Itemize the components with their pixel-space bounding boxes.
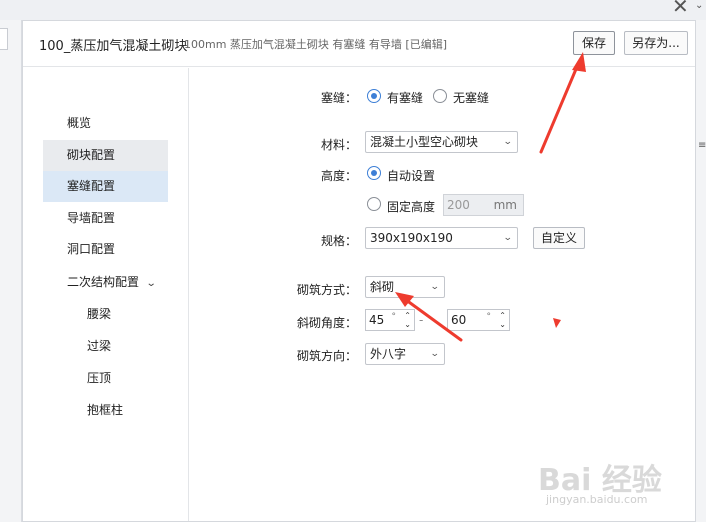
angle-end-value: 60	[451, 313, 467, 327]
dialog-subtitle: 100mm 蒸压加气混凝土砌块 有塞缝 有导墙 [已编辑]	[184, 38, 447, 51]
sidebar-item-label: 过梁	[87, 339, 112, 353]
dialog-header: 100_蒸压加气混凝土砌块 100mm 蒸压加气混凝土砌块 有塞缝 有导墙 [已…	[23, 21, 695, 67]
dialog-title: 100_蒸压加气混凝土砌块	[39, 39, 188, 54]
caulk-yes-label[interactable]: 有塞缝	[387, 89, 423, 106]
caulk-no-label[interactable]: 无塞缝	[453, 89, 489, 106]
spec-value: 390x190x190	[370, 231, 453, 245]
caulk-yes-radio[interactable]	[367, 89, 381, 103]
background-window-top	[0, 0, 706, 20]
height-fixed-radio[interactable]	[367, 197, 381, 211]
material-select[interactable]: 混凝土小型空心砌块 ⌄	[365, 131, 518, 153]
chevron-down-icon: ⌄	[503, 233, 514, 243]
sidebar-item-waist-beam[interactable]: 腰梁	[43, 299, 168, 330]
menu-icon: ≡	[698, 140, 706, 151]
sidebar-item-label: 砌块配置	[67, 148, 116, 162]
watermark: Bai 经验 jingyan.baidu.com	[538, 455, 688, 515]
sidebar-item-opening-config[interactable]: 洞口配置	[43, 234, 168, 265]
angle-separator: -	[419, 313, 424, 327]
height-label: 高度：	[321, 169, 358, 183]
height-fixed-label[interactable]: 固定高度	[387, 198, 435, 215]
background-left-panel	[0, 20, 22, 522]
background-right-panel: ≡	[696, 20, 706, 522]
direction-select[interactable]: 外八字 ⌄	[365, 343, 445, 365]
method-select[interactable]: 斜砌 ⌄	[365, 276, 445, 298]
sidebar-item-secondary-structure[interactable]: 二次结构配置 ⌄	[43, 267, 168, 298]
sidebar-item-lintel[interactable]: 过梁	[43, 331, 168, 362]
height-auto-label[interactable]: 自动设置	[387, 167, 435, 184]
spec-select[interactable]: 390x190x190 ⌄	[365, 227, 518, 249]
angle-end-input[interactable]: 60 ° ⌃ ⌄	[447, 309, 510, 331]
method-value: 斜砌	[370, 280, 395, 294]
sidebar-item-label: 二次结构配置	[67, 275, 140, 289]
sidebar-item-label: 塞缝配置	[67, 179, 116, 193]
sidebar-item-block-config[interactable]: 砌块配置	[43, 140, 168, 171]
sidebar-nav: 概览 砌块配置 塞缝配置 导墙配置 洞口配置 二次结构配置 ⌄ 腰梁 过梁 压顶 …	[23, 68, 189, 521]
fixed-height-value: 200	[447, 198, 470, 212]
save-button[interactable]: 保存	[573, 31, 615, 55]
chevron-down-icon[interactable]: ⌄	[695, 0, 703, 11]
caulk-no-radio[interactable]	[433, 89, 447, 103]
spin-down-icon[interactable]: ⌄	[499, 321, 506, 329]
direction-label: 砌筑方向：	[297, 349, 358, 363]
angle-start-value: 45	[369, 313, 385, 327]
config-dialog: 100_蒸压加气混凝土砌块 100mm 蒸压加气混凝土砌块 有塞缝 有导墙 [已…	[22, 20, 696, 522]
background-input-stub	[0, 28, 8, 50]
sidebar-item-label: 概览	[67, 116, 92, 130]
sidebar-item-label: 腰梁	[87, 307, 112, 321]
caulk-label: 塞缝：	[321, 91, 358, 105]
degree-symbol: °	[391, 312, 397, 322]
degree-symbol: °	[486, 312, 492, 322]
spec-label: 规格：	[321, 234, 358, 248]
sidebar-item-label: 压顶	[87, 371, 112, 385]
fixed-height-unit: mm	[493, 198, 517, 212]
chevron-down-icon: ⌄	[145, 278, 157, 289]
sidebar-item-frame-column[interactable]: 抱框柱	[43, 395, 168, 426]
sidebar-item-label: 洞口配置	[67, 242, 116, 256]
direction-value: 外八字	[370, 347, 407, 361]
angle-start-input[interactable]: 45 ° ⌃ ⌄	[365, 309, 415, 331]
spin-down-icon[interactable]: ⌄	[404, 321, 411, 329]
chevron-down-icon: ⌄	[430, 349, 441, 359]
sidebar-item-guide-wall-config[interactable]: 导墙配置	[43, 203, 168, 234]
chevron-down-icon: ⌄	[503, 137, 514, 147]
sidebar-item-coping[interactable]: 压顶	[43, 363, 168, 394]
custom-spec-button[interactable]: 自定义	[533, 227, 585, 249]
spin-up-icon[interactable]: ⌃	[499, 312, 506, 320]
material-label: 材料：	[321, 138, 358, 152]
sidebar-item-overview[interactable]: 概览	[43, 108, 168, 139]
method-label: 砌筑方式：	[297, 283, 358, 297]
angle-label: 斜砌角度：	[297, 316, 358, 330]
save-as-button[interactable]: 另存为...	[624, 31, 688, 55]
chevron-down-icon: ⌄	[430, 282, 441, 292]
material-value: 混凝土小型空心砌块	[370, 135, 479, 149]
height-auto-radio[interactable]	[367, 166, 381, 180]
sidebar-item-label: 抱框柱	[87, 403, 124, 417]
close-icon[interactable]: ✕	[672, 0, 689, 18]
sidebar-item-label: 导墙配置	[67, 211, 116, 225]
fixed-height-input: 200 mm	[443, 194, 524, 216]
sidebar-item-caulk-config[interactable]: 塞缝配置	[43, 171, 168, 202]
spin-up-icon[interactable]: ⌃	[404, 312, 411, 320]
watermark-url: jingyan.baidu.com	[546, 493, 648, 506]
